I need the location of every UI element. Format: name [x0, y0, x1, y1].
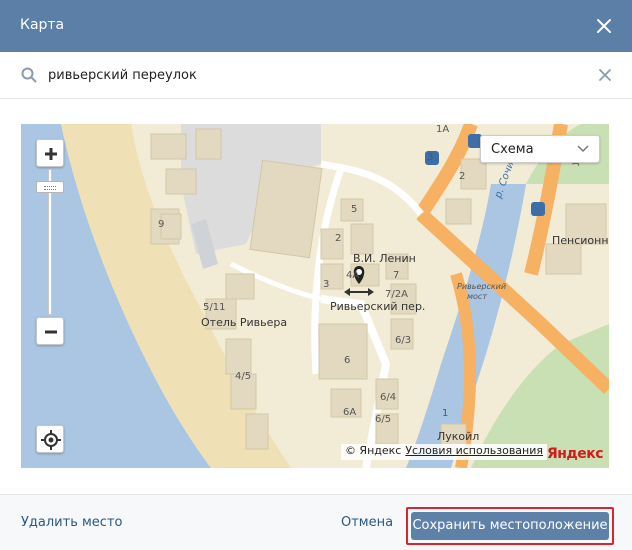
- map-label: 6/3: [395, 335, 412, 346]
- zoom-slider-handle[interactable]: [36, 181, 64, 193]
- poi-lenin: В.И. Ленин: [353, 252, 416, 265]
- map-label: 2: [459, 171, 466, 182]
- save-location-button[interactable]: Сохранить местоположение: [411, 512, 609, 540]
- chevron-down-icon: [577, 145, 589, 153]
- street-label: Ривьерский пер.: [330, 300, 426, 313]
- map-canvas: [21, 124, 609, 468]
- map-label: 6: [344, 355, 351, 366]
- plus-icon: [45, 148, 57, 160]
- map-type-label: Схема: [491, 142, 534, 157]
- map-copyright: © Яндекс Условия использования: [340, 444, 547, 460]
- zoom-in-button[interactable]: [36, 139, 64, 167]
- map-label: 5: [351, 204, 358, 215]
- poi-pensions: Пенсионны: [552, 234, 609, 247]
- map-label: 5/11: [203, 302, 226, 313]
- poi-hotel: Отель Ривьера: [201, 316, 288, 329]
- map-view[interactable]: 1А 3 2 9 5 2 4А 3 7 7/2А 5/11 6 6/3 4/5 …: [21, 124, 609, 468]
- map-label: 4/5: [235, 371, 252, 382]
- bridge-label-1: Ривьерский: [457, 282, 507, 291]
- yandex-logo[interactable]: Яндекс: [547, 446, 604, 462]
- clear-icon[interactable]: [598, 68, 612, 82]
- close-icon[interactable]: [594, 16, 614, 36]
- dialog-footer: Удалить место Отмена Сохранить местополо…: [0, 494, 632, 550]
- locate-icon: [41, 430, 61, 450]
- remove-place-link[interactable]: Удалить место: [21, 515, 122, 530]
- geolocation-button[interactable]: [36, 425, 64, 453]
- map-label: 1А: [436, 124, 450, 135]
- map-label: 7/2А: [385, 289, 408, 300]
- dialog-title: Карта: [20, 17, 65, 33]
- map-label: 1: [442, 408, 449, 419]
- map-label: 2: [335, 233, 342, 244]
- map-label: 4А: [346, 270, 360, 281]
- map-label: 7: [393, 270, 400, 281]
- map-label: 9: [158, 219, 165, 230]
- search-input[interactable]: [48, 62, 588, 88]
- map-label: 6/5: [375, 414, 392, 425]
- map-label: 6/4: [380, 392, 397, 403]
- save-button-highlight: Сохранить местоположение: [406, 507, 614, 545]
- dialog-header: Карта: [0, 0, 632, 52]
- zoom-out-button[interactable]: [36, 317, 64, 345]
- map-label: 3: [323, 279, 330, 290]
- map-label: 3: [427, 152, 434, 163]
- cancel-button[interactable]: Отмена: [341, 515, 393, 530]
- terms-link[interactable]: Условия использования: [405, 444, 543, 457]
- copyright-text: © Яндекс: [344, 444, 402, 457]
- map-label: 6А: [343, 407, 357, 418]
- minus-icon: [45, 330, 57, 334]
- search-icon: [21, 67, 37, 83]
- poi-lukoil: Лукойл: [437, 430, 480, 443]
- bridge-label-2: мост: [467, 292, 487, 301]
- map-type-selector[interactable]: Схема: [480, 135, 600, 163]
- search-bar: [0, 52, 632, 99]
